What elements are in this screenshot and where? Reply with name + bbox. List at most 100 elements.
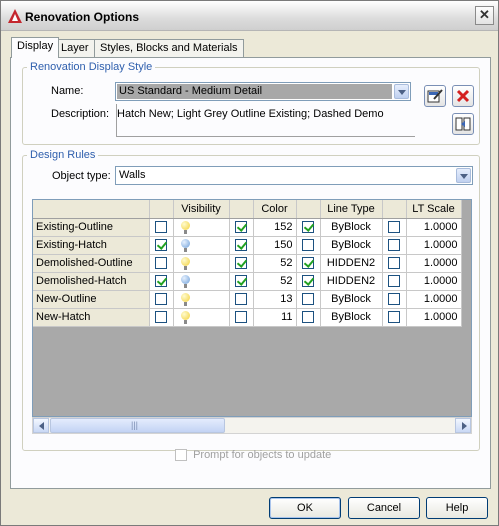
ltscale-cell[interactable]: 1.0000 xyxy=(406,290,462,309)
linetype-cell[interactable]: ByBlock xyxy=(320,290,383,309)
import-style-button[interactable] xyxy=(452,113,474,135)
description-field[interactable] xyxy=(116,104,415,137)
close-button[interactable]: ✕ xyxy=(475,6,494,25)
visibility-override-checkbox[interactable] xyxy=(155,311,167,324)
color-check-cell[interactable] xyxy=(229,290,254,309)
visibility-cell[interactable] xyxy=(173,218,230,237)
lightbulb-icon[interactable] xyxy=(180,310,190,324)
ltscale-cell[interactable]: 1.0000 xyxy=(406,308,462,327)
color-check-cell[interactable] xyxy=(229,236,254,255)
linetype-cell[interactable]: HIDDEN2 xyxy=(320,254,383,273)
ltscale-check-cell[interactable] xyxy=(382,308,407,327)
linetype-cell[interactable]: ByBlock xyxy=(320,218,383,237)
ltscale-override-checkbox[interactable] xyxy=(388,293,400,306)
color-cell[interactable]: 52 xyxy=(253,254,297,273)
color-check-cell[interactable] xyxy=(229,254,254,273)
ltscale-cell[interactable]: 1.0000 xyxy=(406,272,462,291)
ltscale-override-checkbox[interactable] xyxy=(388,275,400,288)
linetype-check-cell[interactable] xyxy=(296,290,321,309)
color-override-checkbox[interactable] xyxy=(235,275,247,288)
visibility-override-checkbox[interactable] xyxy=(155,239,167,252)
horizontal-scrollbar[interactable]: ||| xyxy=(32,417,472,434)
table-row[interactable]: Demolished-Outline 52 HIDDEN2 1.0000 xyxy=(33,254,462,273)
ltscale-override-checkbox[interactable] xyxy=(388,221,400,234)
visibility-check-cell[interactable] xyxy=(149,236,174,255)
visibility-cell[interactable] xyxy=(173,290,230,309)
visibility-override-checkbox[interactable] xyxy=(155,293,167,306)
linetype-override-checkbox[interactable] xyxy=(302,293,314,306)
ltscale-check-cell[interactable] xyxy=(382,236,407,255)
visibility-check-cell[interactable] xyxy=(149,290,174,309)
chevron-down-icon[interactable] xyxy=(456,168,471,183)
ltscale-check-cell[interactable] xyxy=(382,272,407,291)
prompt-checkbox[interactable] xyxy=(175,449,187,462)
table-row[interactable]: New-Outline 13 ByBlock 1.0000 xyxy=(33,290,462,309)
color-override-checkbox[interactable] xyxy=(235,293,247,306)
help-button[interactable]: Help xyxy=(426,497,488,519)
lightbulb-icon[interactable] xyxy=(180,292,190,306)
table-row[interactable]: New-Hatch 11 ByBlock 1.0000 xyxy=(33,308,462,327)
linetype-check-cell[interactable] xyxy=(296,218,321,237)
ltscale-override-checkbox[interactable] xyxy=(388,239,400,252)
linetype-override-checkbox[interactable] xyxy=(302,275,314,288)
prompt-for-objects-option[interactable]: Prompt for objects to update xyxy=(175,449,331,462)
visibility-override-checkbox[interactable] xyxy=(155,221,167,234)
color-cell[interactable]: 11 xyxy=(253,308,297,327)
linetype-override-checkbox[interactable] xyxy=(302,311,314,324)
visibility-override-checkbox[interactable] xyxy=(155,257,167,270)
scroll-right-icon[interactable] xyxy=(455,418,471,433)
visibility-check-cell[interactable] xyxy=(149,308,174,327)
linetype-check-cell[interactable] xyxy=(296,236,321,255)
object-type-dropdown[interactable]: Walls xyxy=(115,166,473,185)
color-override-checkbox[interactable] xyxy=(235,311,247,324)
ok-button[interactable]: OK xyxy=(269,497,341,519)
ltscale-override-checkbox[interactable] xyxy=(388,311,400,324)
edit-style-button[interactable] xyxy=(424,85,446,107)
lightbulb-icon[interactable] xyxy=(180,238,190,252)
color-override-checkbox[interactable] xyxy=(235,239,247,252)
linetype-check-cell[interactable] xyxy=(296,308,321,327)
visibility-cell[interactable] xyxy=(173,236,230,255)
color-check-cell[interactable] xyxy=(229,308,254,327)
ltscale-cell[interactable]: 1.0000 xyxy=(406,218,462,237)
linetype-cell[interactable]: ByBlock xyxy=(320,236,383,255)
tab-layer[interactable]: Layer xyxy=(55,39,95,57)
table-row[interactable]: Demolished-Hatch 52 HIDDEN2 1.0000 xyxy=(33,272,462,291)
color-check-cell[interactable] xyxy=(229,272,254,291)
ltscale-check-cell[interactable] xyxy=(382,218,407,237)
cancel-button[interactable]: Cancel xyxy=(348,497,420,519)
ltscale-check-cell[interactable] xyxy=(382,290,407,309)
chevron-down-icon[interactable] xyxy=(394,84,409,99)
visibility-override-checkbox[interactable] xyxy=(155,275,167,288)
color-override-checkbox[interactable] xyxy=(235,221,247,234)
color-cell[interactable]: 52 xyxy=(253,272,297,291)
table-row[interactable]: Existing-Outline 152 ByBlock 1.0000 xyxy=(33,218,462,237)
visibility-cell[interactable] xyxy=(173,254,230,273)
linetype-cell[interactable]: HIDDEN2 xyxy=(320,272,383,291)
scrollbar-thumb[interactable]: ||| xyxy=(50,418,225,433)
table-row[interactable]: Existing-Hatch 150 ByBlock 1.0000 xyxy=(33,236,462,255)
visibility-check-cell[interactable] xyxy=(149,218,174,237)
visibility-check-cell[interactable] xyxy=(149,272,174,291)
linetype-override-checkbox[interactable] xyxy=(302,221,314,234)
ltscale-check-cell[interactable] xyxy=(382,254,407,273)
ltscale-cell[interactable]: 1.0000 xyxy=(406,254,462,273)
lightbulb-icon[interactable] xyxy=(180,274,190,288)
style-name-dropdown[interactable]: US Standard - Medium Detail xyxy=(115,82,411,101)
visibility-cell[interactable] xyxy=(173,308,230,327)
linetype-override-checkbox[interactable] xyxy=(302,239,314,252)
design-rules-grid[interactable]: Visibility Color Line Type LT Scale Exis… xyxy=(32,199,472,417)
ltscale-override-checkbox[interactable] xyxy=(388,257,400,270)
visibility-check-cell[interactable] xyxy=(149,254,174,273)
linetype-cell[interactable]: ByBlock xyxy=(320,308,383,327)
lightbulb-icon[interactable] xyxy=(180,256,190,270)
visibility-cell[interactable] xyxy=(173,272,230,291)
color-cell[interactable]: 150 xyxy=(253,236,297,255)
scroll-left-icon[interactable] xyxy=(33,418,49,433)
linetype-check-cell[interactable] xyxy=(296,272,321,291)
ltscale-cell[interactable]: 1.0000 xyxy=(406,236,462,255)
tab-styles-blocks-materials[interactable]: Styles, Blocks and Materials xyxy=(94,39,244,57)
lightbulb-icon[interactable] xyxy=(180,220,190,234)
color-override-checkbox[interactable] xyxy=(235,257,247,270)
linetype-override-checkbox[interactable] xyxy=(302,257,314,270)
